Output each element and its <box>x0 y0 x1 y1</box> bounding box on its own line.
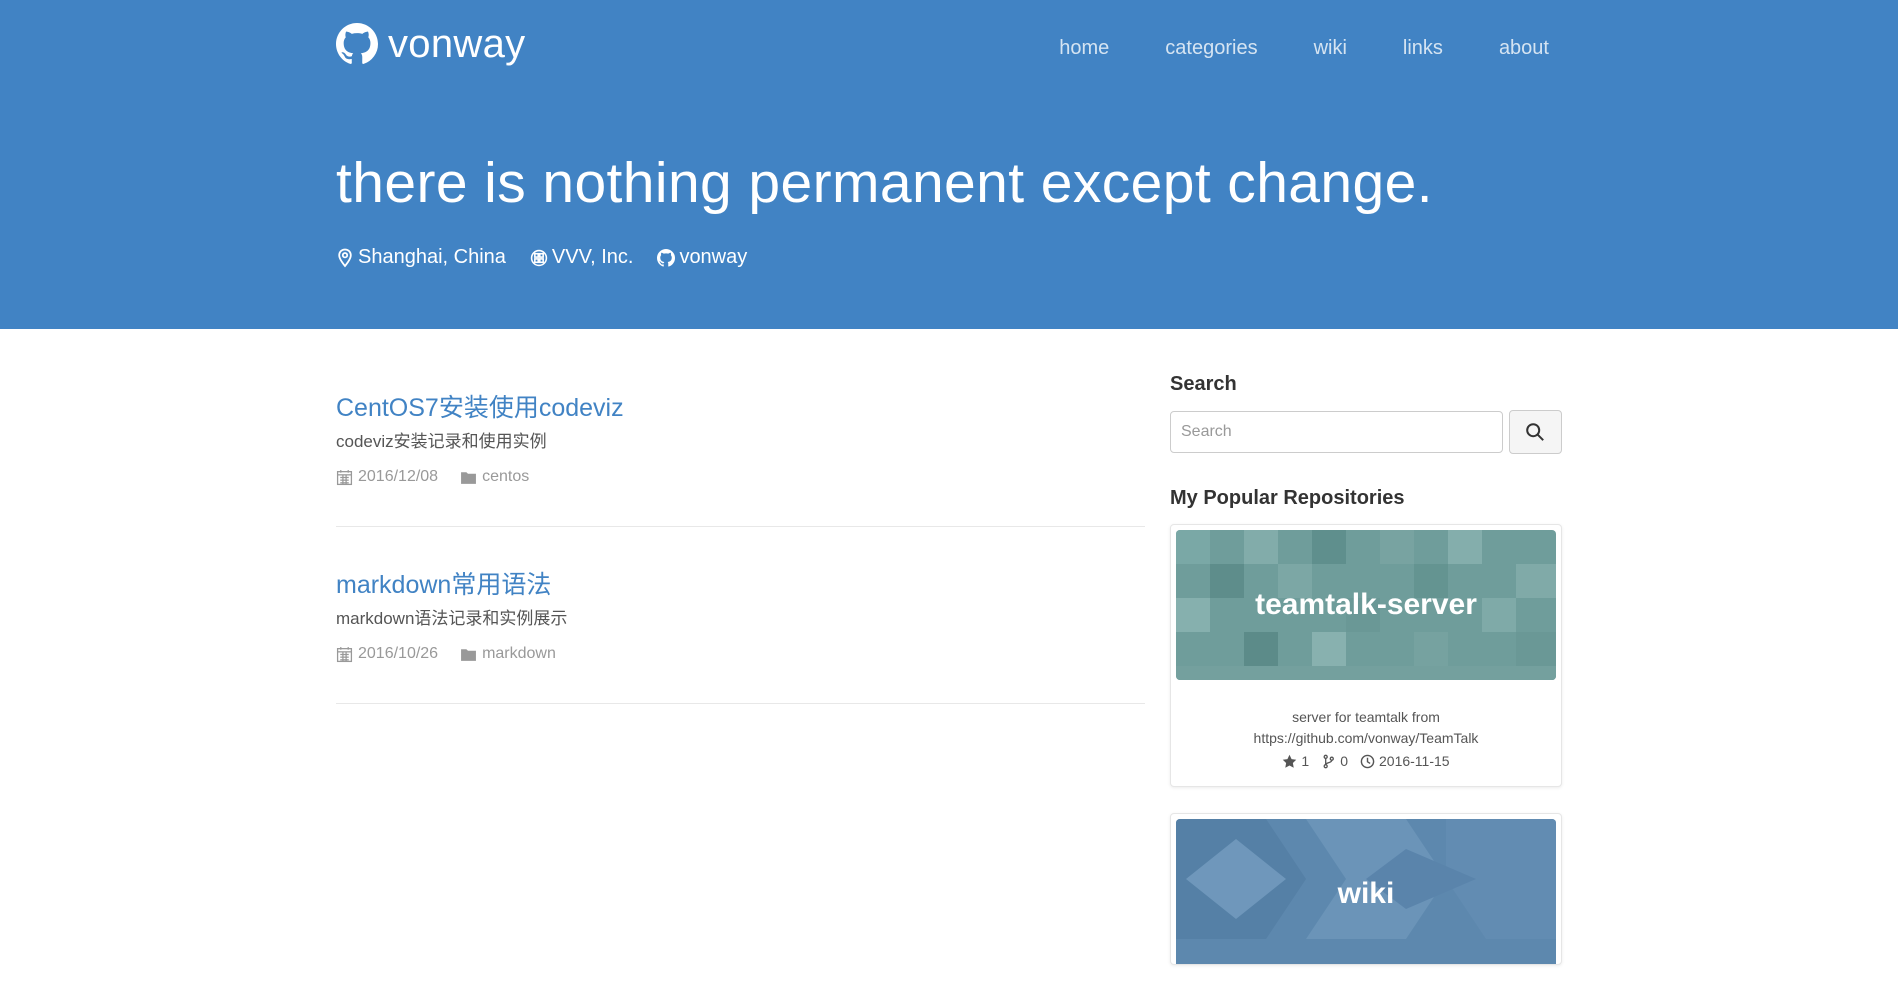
repo-name: teamtalk-server <box>1255 588 1477 621</box>
nav-links[interactable]: links <box>1403 36 1443 60</box>
search-input[interactable] <box>1170 411 1503 453</box>
repo-name: wiki <box>1337 877 1395 910</box>
repo-updated: 2016-11-15 <box>1360 753 1450 769</box>
nav-categories[interactable]: categories <box>1165 36 1257 60</box>
post-date-text: 2016/12/08 <box>358 468 439 485</box>
location-item: Shanghai, China <box>336 246 506 269</box>
nav-about[interactable]: about <box>1499 36 1549 60</box>
repo-stats: 1 0 2016-11-15 <box>1176 753 1556 781</box>
location-text: Shanghai, China <box>358 246 506 268</box>
search-form <box>1170 410 1562 454</box>
nav-wiki[interactable]: wiki <box>1314 36 1347 60</box>
organization-icon <box>530 249 548 266</box>
github-username: vonway <box>679 246 748 268</box>
repos-heading: My Popular Repositories <box>1170 487 1405 509</box>
company-text: VVV, Inc. <box>551 246 634 268</box>
nav-home[interactable]: home <box>1059 36 1109 60</box>
folder-icon <box>461 648 477 661</box>
clock-icon <box>1360 754 1375 768</box>
location-pin-icon <box>338 248 352 267</box>
repo-banner: teamtalk-server <box>1176 530 1556 680</box>
folder-icon <box>461 471 477 484</box>
brand-name: vonway <box>388 22 526 66</box>
star-icon <box>1283 754 1297 768</box>
repo-banner: wiki <box>1176 819 1556 964</box>
brand-link[interactable]: vonway <box>336 20 525 68</box>
repo-description-line: server for teamtalk from <box>1292 709 1440 725</box>
repo-stars-count: 1 <box>1301 753 1310 769</box>
search-button[interactable] <box>1508 410 1562 454</box>
post-list: CentOS7安装使用codeviz codeviz安装记录和使用实例 2016… <box>336 380 1145 744</box>
post-item: CentOS7安装使用codeviz codeviz安装记录和使用实例 2016… <box>336 390 1145 527</box>
github-profile-link[interactable]: vonway <box>657 246 747 269</box>
post-date: 2016/10/26 <box>336 645 438 663</box>
post-date-text: 2016/10/26 <box>358 645 439 662</box>
repo-updated-date: 2016-11-15 <box>1379 753 1450 769</box>
main-nav: home categories wiki links about <box>1003 36 1549 60</box>
company-item: VVV, Inc. <box>530 246 634 269</box>
repo-stars: 1 <box>1282 753 1309 769</box>
search-heading: Search <box>1170 373 1237 395</box>
post-category-text: centos <box>482 468 530 485</box>
hero-meta: Shanghai, China VVV, Inc. vonway <box>336 246 771 269</box>
post-description: codeviz安装记录和使用实例 <box>336 432 547 451</box>
github-icon <box>657 248 676 267</box>
repo-description-line: https://github.com/vonway/TeamTalk <box>1253 730 1479 746</box>
search-icon <box>1526 423 1545 441</box>
fork-icon <box>1323 754 1335 768</box>
repo-forks: 0 <box>1321 753 1348 769</box>
sidebar: Search My Popular Repositories <box>1170 372 1562 991</box>
repo-forks-count: 0 <box>1340 753 1348 769</box>
post-meta: 2016/12/08 centos <box>336 468 1145 486</box>
post-category-text: markdown <box>482 645 556 662</box>
post-item: markdown常用语法 markdown语法记录和实例展示 2016/10/2… <box>336 567 1145 704</box>
repo-card[interactable]: wiki <box>1170 813 1562 965</box>
repo-description: server for teamtalk from https://github.… <box>1196 707 1536 749</box>
hero-tagline: there is nothing permanent except change… <box>336 151 1433 215</box>
post-date: 2016/12/08 <box>336 468 438 486</box>
calendar-icon <box>336 646 353 662</box>
post-category-link[interactable]: markdown <box>460 645 556 663</box>
post-category-link[interactable]: centos <box>460 468 529 486</box>
post-description: markdown语法记录和实例展示 <box>336 609 568 628</box>
post-meta: 2016/10/26 markdown <box>336 645 1145 663</box>
calendar-icon <box>336 469 353 485</box>
repo-card[interactable]: teamtalk-server server for teamtalk from… <box>1170 524 1562 787</box>
post-title-link[interactable]: markdown常用语法 <box>336 567 1145 603</box>
site-header: vonway home categories wiki links about … <box>0 0 1898 329</box>
github-icon <box>336 23 378 64</box>
post-title-link[interactable]: CentOS7安装使用codeviz <box>336 390 1145 426</box>
